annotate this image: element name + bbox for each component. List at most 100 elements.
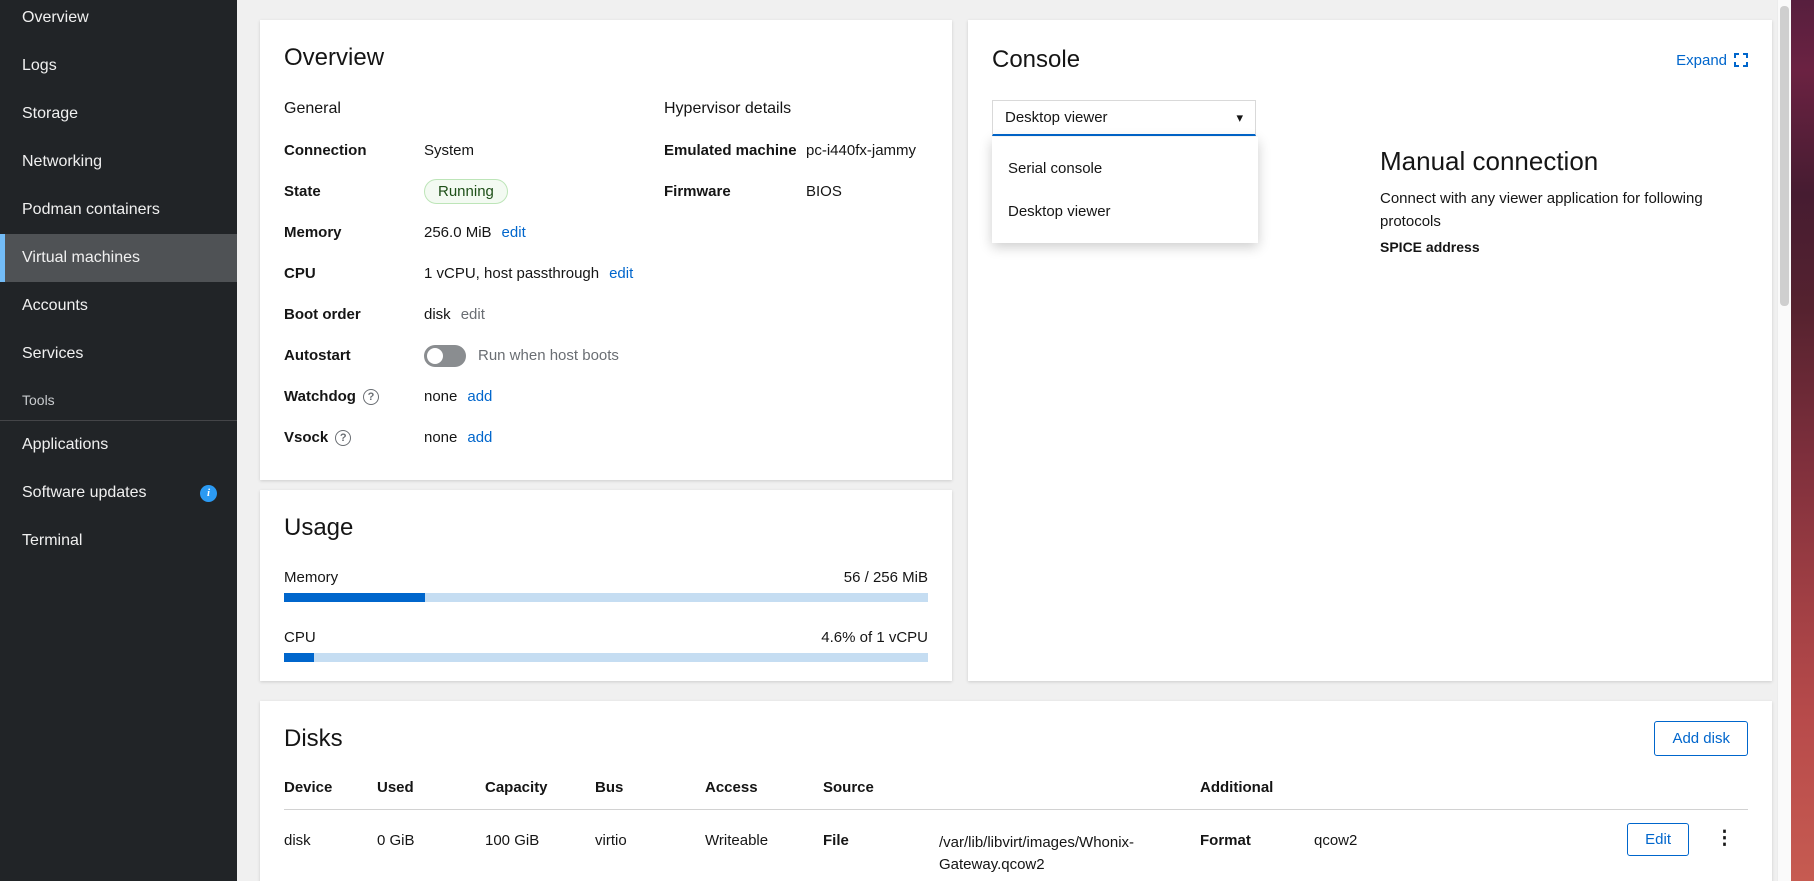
vsock-add-link[interactable]: add bbox=[467, 429, 492, 446]
state-row: State Running bbox=[284, 171, 664, 212]
cpu-value: 1 vCPU, host passthrough bbox=[424, 265, 599, 282]
emulated-machine-row: Emulated machine pc-i440fx-jammy bbox=[664, 130, 928, 171]
emulated-machine-label: Emulated machine bbox=[664, 142, 806, 159]
sidebar-item-virtual-machines[interactable]: Virtual machines bbox=[0, 234, 237, 282]
sidebar-item-podman-containers[interactable]: Podman containers bbox=[0, 186, 237, 234]
disk-source-cell: File /var/lib/libvirt/images/Whonix-Gate… bbox=[823, 832, 1200, 876]
console-type-select[interactable]: Desktop viewer ▾ bbox=[992, 100, 1256, 136]
usage-card: Usage Memory 56 / 256 MiB CPU 4.6% of 1 … bbox=[260, 490, 952, 681]
memory-usage-head: Memory 56 / 256 MiB bbox=[284, 569, 928, 586]
sidebar-item-logs[interactable]: Logs bbox=[0, 42, 237, 90]
cpu-usage-value: 4.6% of 1 vCPU bbox=[821, 629, 928, 646]
vsock-label-text: Vsock bbox=[284, 429, 328, 446]
disk-edit-button[interactable]: Edit bbox=[1627, 823, 1689, 856]
disks-table: Device Used Capacity Bus Access Source A… bbox=[284, 779, 1748, 876]
sidebar-item-applications[interactable]: Applications bbox=[0, 421, 237, 469]
sidebar-item-label: Virtual machines bbox=[22, 249, 140, 267]
console-card: Console Expand Desktop viewer ▾ Serial c… bbox=[968, 20, 1772, 681]
memory-value: 256.0 MiB bbox=[424, 224, 492, 241]
emulated-machine-value: pc-i440fx-jammy bbox=[806, 142, 916, 159]
col-additional: Additional bbox=[1200, 779, 1598, 796]
sidebar-item-storage[interactable]: Storage bbox=[0, 90, 237, 138]
boot-order-row: Boot order disk edit bbox=[284, 294, 664, 335]
sidebar-item-label: Storage bbox=[22, 105, 78, 123]
disk-used: 0 GiB bbox=[377, 832, 485, 849]
menu-item-serial-console[interactable]: Serial console bbox=[992, 147, 1258, 190]
add-disk-button[interactable]: Add disk bbox=[1654, 721, 1748, 756]
sidebar-item-label: Software updates bbox=[22, 484, 147, 502]
general-column: General Connection System State Running … bbox=[284, 72, 664, 458]
scrollbar-thumb[interactable] bbox=[1780, 6, 1789, 306]
watchdog-add-link[interactable]: add bbox=[467, 388, 492, 405]
watchdog-label-text: Watchdog bbox=[284, 388, 356, 405]
disk-format-label: Format bbox=[1200, 832, 1314, 849]
connection-value: System bbox=[424, 142, 474, 159]
console-header: Console Expand bbox=[968, 20, 1772, 74]
hypervisor-column: Hypervisor details Emulated machine pc-i… bbox=[664, 72, 928, 458]
console-expand-button[interactable]: Expand bbox=[1676, 52, 1748, 69]
col-capacity: Capacity bbox=[485, 779, 595, 796]
cpu-row: CPU 1 vCPU, host passthrough edit bbox=[284, 253, 664, 294]
col-actions bbox=[1598, 779, 1748, 796]
disk-source-path: /var/lib/libvirt/images/Whonix-Gateway.q… bbox=[939, 832, 1169, 876]
autostart-toggle[interactable] bbox=[424, 345, 466, 367]
sidebar-item-label: Accounts bbox=[22, 297, 88, 315]
memory-usage-block: Memory 56 / 256 MiB bbox=[284, 569, 928, 602]
overview-columns: General Connection System State Running … bbox=[284, 72, 928, 458]
disk-bus: virtio bbox=[595, 832, 705, 849]
page-scrollbar[interactable] bbox=[1777, 0, 1791, 881]
firmware-label: Firmware bbox=[664, 183, 806, 200]
memory-row: Memory 256.0 MiB edit bbox=[284, 212, 664, 253]
manual-connection-block: Manual connection Connect with any viewe… bbox=[1380, 146, 1748, 255]
sidebar-item-services[interactable]: Services bbox=[0, 330, 237, 378]
sidebar: Overview Logs Storage Networking Podman … bbox=[0, 0, 237, 881]
firmware-value: BIOS bbox=[806, 183, 842, 200]
disk-access: Writeable bbox=[705, 832, 823, 849]
manual-connection-description: Connect with any viewer application for … bbox=[1380, 187, 1748, 233]
cpu-edit-link[interactable]: edit bbox=[609, 265, 633, 282]
watchdog-row: Watchdog ? none add bbox=[284, 376, 664, 417]
disk-additional-cell: Format qcow2 bbox=[1200, 832, 1598, 849]
sidebar-item-accounts[interactable]: Accounts bbox=[0, 282, 237, 330]
sidebar-item-label: Logs bbox=[22, 57, 57, 75]
col-bus: Bus bbox=[595, 779, 705, 796]
connection-label: Connection bbox=[284, 142, 424, 159]
disk-device: disk bbox=[284, 832, 377, 849]
status-badge: Running bbox=[424, 179, 508, 204]
memory-usage-label: Memory bbox=[284, 569, 338, 586]
memory-edit-link[interactable]: edit bbox=[502, 224, 526, 241]
console-card-title: Console bbox=[992, 46, 1080, 74]
vsock-value: none bbox=[424, 429, 457, 446]
vsock-row: Vsock ? none add bbox=[284, 417, 664, 458]
table-row: disk 0 GiB 100 GiB virtio Writeable File… bbox=[284, 810, 1748, 876]
spice-address-label: SPICE address bbox=[1380, 239, 1748, 255]
help-icon[interactable]: ? bbox=[363, 389, 379, 405]
memory-progress-track bbox=[284, 593, 928, 602]
sidebar-item-overview[interactable]: Overview bbox=[0, 0, 237, 42]
cpu-usage-label: CPU bbox=[284, 629, 316, 646]
memory-usage-value: 56 / 256 MiB bbox=[844, 569, 928, 586]
desktop-wallpaper-edge bbox=[1791, 0, 1814, 881]
sidebar-item-networking[interactable]: Networking bbox=[0, 138, 237, 186]
kebab-menu-icon[interactable]: ⋮ bbox=[1711, 823, 1738, 854]
main-content: Overview General Connection System State… bbox=[237, 0, 1777, 881]
memory-progress-fill bbox=[284, 593, 425, 602]
cpu-label: CPU bbox=[284, 265, 424, 282]
sidebar-item-terminal[interactable]: Terminal bbox=[0, 517, 237, 565]
disks-table-header: Device Used Capacity Bus Access Source A… bbox=[284, 779, 1748, 810]
autostart-toggle-label: Run when host boots bbox=[478, 347, 619, 364]
memory-label: Memory bbox=[284, 224, 424, 241]
sidebar-item-label: Podman containers bbox=[22, 201, 160, 219]
disks-card: Disks Add disk Device Used Capacity Bus … bbox=[260, 701, 1772, 881]
sidebar-item-software-updates[interactable]: Software updates i bbox=[0, 469, 237, 517]
boot-order-value: disk bbox=[424, 306, 451, 323]
overview-card-title: Overview bbox=[284, 44, 928, 72]
boot-order-label: Boot order bbox=[284, 306, 424, 323]
usage-card-title: Usage bbox=[284, 514, 928, 542]
menu-item-desktop-viewer[interactable]: Desktop viewer bbox=[992, 190, 1258, 233]
help-icon[interactable]: ? bbox=[335, 430, 351, 446]
hypervisor-heading: Hypervisor details bbox=[664, 100, 928, 130]
cpu-progress-track bbox=[284, 653, 928, 662]
cpu-usage-block: CPU 4.6% of 1 vCPU bbox=[284, 629, 928, 662]
col-source: Source bbox=[823, 779, 1200, 796]
